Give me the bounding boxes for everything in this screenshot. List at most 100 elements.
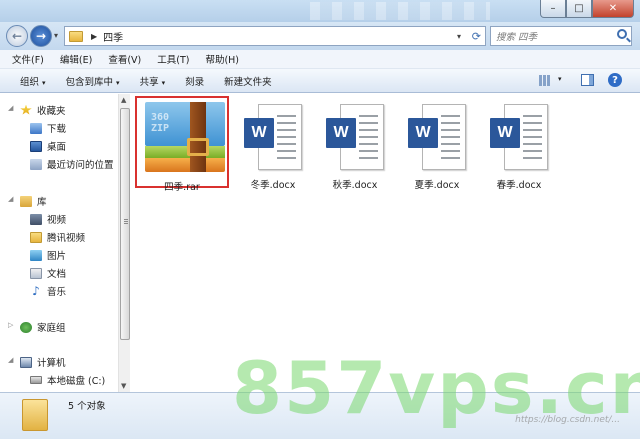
view-options-dropdown[interactable]: ▾ — [558, 75, 562, 83]
expand-arrow-icon[interactable]: ◢ — [8, 195, 13, 203]
include-in-library-button[interactable]: 包含到库中 ▾ — [66, 74, 120, 88]
scroll-down-icon[interactable]: ▼ — [121, 382, 126, 390]
nav-label: 库 — [37, 197, 47, 208]
scroll-up-icon[interactable]: ▲ — [121, 96, 126, 104]
minimize-button[interactable]: – — [540, 0, 566, 18]
nav-documents[interactable]: 文档 — [30, 266, 66, 280]
arrow-right-icon: → — [35, 29, 47, 43]
nav-label: 最近访问的位置 — [47, 160, 114, 171]
nav-label: 音乐 — [47, 287, 67, 298]
downloads-folder-icon — [30, 122, 42, 134]
menu-view[interactable]: 查看(V) — [108, 52, 141, 66]
expand-arrow-icon[interactable]: ◢ — [8, 356, 13, 364]
nav-label: 本地磁盘 (C:) — [47, 376, 106, 387]
search-input[interactable]: 搜索 四季 — [490, 26, 632, 46]
menu-tools[interactable]: 工具(T) — [157, 52, 189, 66]
help-icon[interactable]: ? — [608, 73, 622, 87]
command-toolbar: 组织 ▾ 包含到库中 ▾ 共享 ▾ 刻录 新建文件夹 ▾ ? — [0, 69, 640, 93]
nav-label: 家庭组 — [37, 323, 66, 334]
address-bar[interactable]: ▶ 四季 ▾ ⟳ — [64, 26, 486, 46]
refresh-icon[interactable]: ⟳ — [472, 30, 481, 43]
folder-icon — [30, 231, 42, 243]
address-dropdown-icon[interactable]: ▾ — [457, 32, 461, 41]
rar-icon-text: 360 ZIP — [151, 112, 170, 134]
share-button[interactable]: 共享 ▾ — [140, 74, 166, 88]
breadcrumb-current[interactable]: 四季 — [103, 29, 123, 44]
folder-icon — [22, 399, 48, 431]
file-item-docx[interactable]: W 春季.docx — [472, 96, 566, 191]
nav-label: 桌面 — [47, 142, 67, 153]
search-icon[interactable] — [617, 29, 627, 39]
close-button[interactable]: ✕ — [592, 0, 634, 18]
arrow-left-icon: ← — [11, 29, 23, 43]
organize-button[interactable]: 组织 ▾ — [20, 74, 46, 88]
video-library-icon — [30, 213, 42, 225]
nav-label: 文档 — [47, 269, 67, 280]
nav-label: 图片 — [47, 251, 67, 262]
nav-videos[interactable]: 视频 — [30, 212, 66, 226]
rar-archive-icon: 360 ZIP — [145, 102, 225, 174]
watermark: 857vps.cn — [232, 346, 640, 430]
homegroup-icon — [20, 321, 32, 333]
navigation-pane: ◢ 收藏夹 下载 桌面 最近访问的位置 ◢ 库 视频 腾讯视频 图片 文档 ♪ … — [0, 94, 118, 392]
nav-desktop[interactable]: 桌面 — [30, 139, 66, 153]
file-item-docx[interactable]: W 夏季.docx — [390, 96, 484, 191]
breadcrumb-chevron-icon[interactable]: ▶ — [91, 32, 97, 41]
word-document-icon: W — [326, 104, 384, 172]
nav-libraries[interactable]: 库 — [20, 194, 47, 208]
file-item-rar[interactable]: 360 ZIP 四季.rar — [135, 96, 229, 193]
file-item-docx[interactable]: W 冬季.docx — [226, 96, 320, 191]
nav-downloads[interactable]: 下载 — [30, 121, 66, 135]
watermark-url: https://blog.csdn.net/... — [515, 415, 620, 425]
pictures-library-icon — [30, 249, 42, 261]
nav-recent-places[interactable]: 最近访问的位置 — [30, 157, 114, 171]
back-button[interactable]: ← — [6, 25, 28, 47]
change-view-icon[interactable] — [539, 75, 551, 86]
menu-bar: 文件(F) 编辑(E) 查看(V) 工具(T) 帮助(H) — [0, 50, 640, 69]
expand-arrow-icon[interactable]: ▷ — [8, 321, 13, 329]
recent-pages-dropdown[interactable]: ▾ — [54, 31, 58, 40]
nav-local-disk-c[interactable]: 本地磁盘 (C:) — [30, 373, 105, 387]
file-item-docx[interactable]: W 秋季.docx — [308, 96, 402, 191]
desktop-icon — [30, 140, 42, 152]
nav-label: 收藏夹 — [37, 106, 66, 117]
nav-tencent-video[interactable]: 腾讯视频 — [30, 230, 85, 244]
file-name: 冬季.docx — [250, 180, 296, 191]
nav-computer[interactable]: 计算机 — [20, 355, 66, 369]
file-name: 夏季.docx — [414, 180, 460, 191]
title-glass — [310, 2, 490, 20]
menu-help[interactable]: 帮助(H) — [205, 52, 239, 66]
scrollbar-thumb[interactable] — [120, 108, 130, 340]
documents-library-icon — [30, 267, 42, 279]
hard-disk-icon — [30, 376, 42, 384]
nav-label: 下载 — [47, 124, 67, 135]
window-controls: – □ ✕ — [540, 0, 634, 18]
address-row: ← → ▾ ▶ 四季 ▾ ⟳ 搜索 四季 — [0, 22, 640, 50]
nav-music[interactable]: ♪ 音乐 — [30, 283, 67, 299]
item-count: 5 个对象 — [68, 401, 106, 412]
nav-label: 腾讯视频 — [47, 233, 86, 244]
forward-button[interactable]: → — [30, 25, 52, 47]
nav-pictures[interactable]: 图片 — [30, 248, 66, 262]
word-document-icon: W — [408, 104, 466, 172]
search-placeholder: 搜索 四季 — [496, 32, 538, 43]
title-bar: – □ ✕ — [0, 0, 640, 22]
expand-arrow-icon[interactable]: ◢ — [8, 104, 13, 112]
new-folder-button[interactable]: 新建文件夹 — [224, 74, 272, 88]
burn-button[interactable]: 刻录 — [185, 74, 204, 88]
nav-homegroup[interactable]: 家庭组 — [20, 320, 66, 334]
menu-file[interactable]: 文件(F) — [12, 52, 44, 66]
nav-favorites[interactable]: 收藏夹 — [20, 103, 66, 117]
star-icon — [20, 104, 32, 115]
preview-pane-icon[interactable] — [581, 74, 594, 86]
computer-icon — [20, 356, 32, 368]
music-note-icon: ♪ — [32, 283, 40, 298]
maximize-button[interactable]: □ — [566, 0, 592, 18]
nav-label: 视频 — [47, 215, 67, 226]
file-name: 春季.docx — [496, 180, 542, 191]
menu-edit[interactable]: 编辑(E) — [60, 52, 92, 66]
nav-pane-scrollbar[interactable]: ▲ ▼ — [118, 94, 130, 392]
file-name: 四季.rar — [164, 182, 200, 193]
folder-icon — [69, 30, 83, 42]
nav-label: 计算机 — [37, 358, 66, 369]
